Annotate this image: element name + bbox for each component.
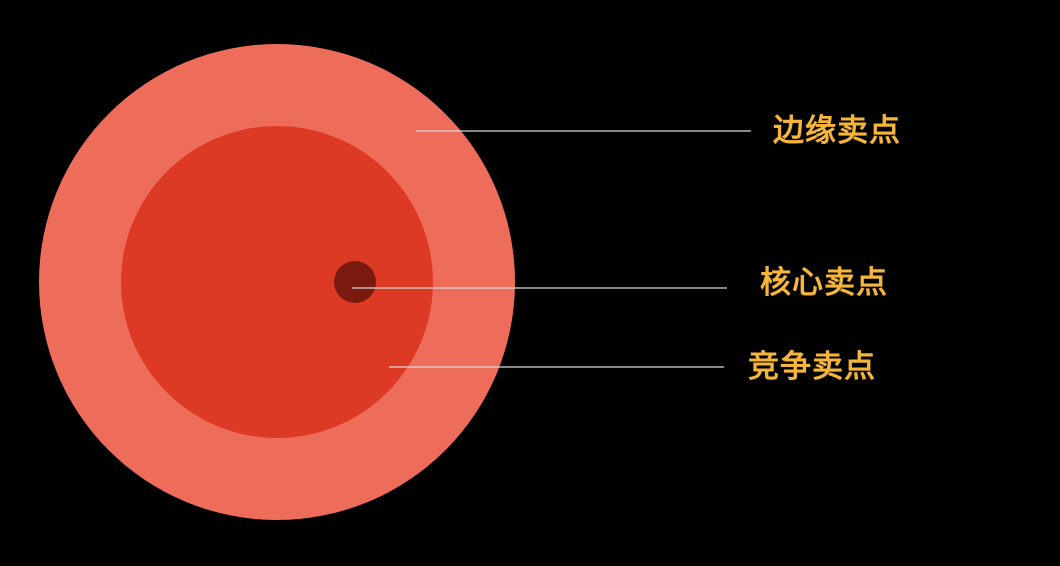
edge-selling-point-label: 边缘卖点 bbox=[773, 113, 901, 149]
core-selling-point-dot bbox=[334, 261, 376, 303]
core-selling-point-label: 核心卖点 bbox=[760, 265, 888, 301]
competitive-selling-point-label: 竞争卖点 bbox=[748, 349, 876, 385]
selling-points-diagram bbox=[39, 44, 751, 520]
competitive-selling-point-circle bbox=[121, 126, 433, 438]
